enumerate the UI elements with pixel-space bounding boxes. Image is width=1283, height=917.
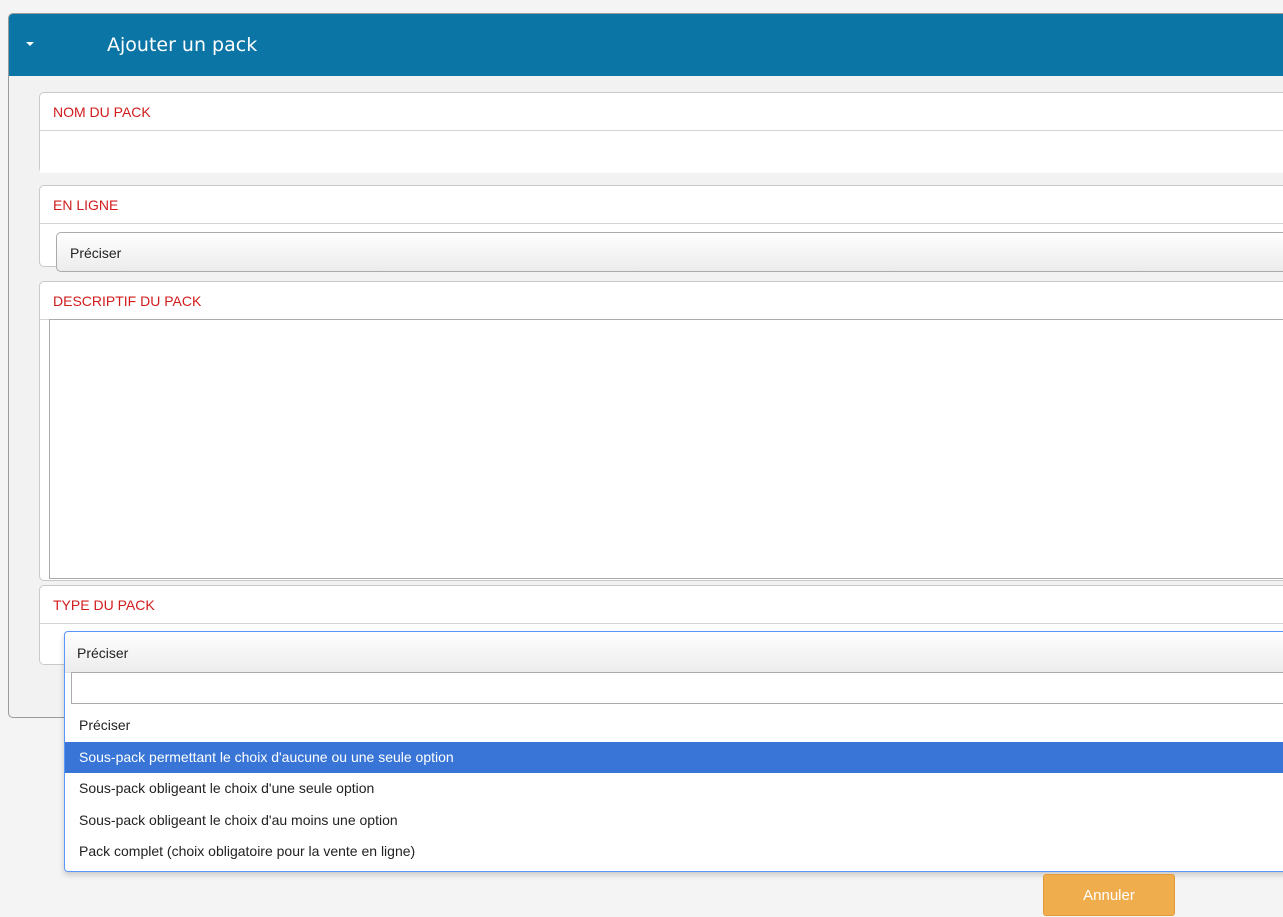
pack-name-input[interactable]	[40, 131, 1283, 173]
cancel-button[interactable]: Annuler	[1043, 874, 1175, 916]
panel-header[interactable]: Ajouter un pack	[9, 14, 1283, 76]
description-label: DESCRIPTIF DU PACK	[40, 282, 1283, 320]
description-textarea[interactable]	[49, 319, 1283, 579]
pack-name-label: NOM DU PACK	[40, 93, 1283, 131]
pack-name-field: NOM DU PACK	[39, 92, 1283, 173]
pack-type-options: Préciser Sous-pack permettant le choix d…	[65, 710, 1283, 868]
pack-type-search-input[interactable]	[71, 672, 1283, 704]
pack-type-label: TYPE DU PACK	[40, 586, 1283, 624]
online-label: EN LIGNE	[40, 186, 1283, 224]
pack-type-option[interactable]: Sous-pack permettant le choix d'aucune o…	[65, 741, 1283, 773]
pack-type-option[interactable]: Sous-pack obligeant le choix d'au moins …	[65, 805, 1283, 837]
pack-type-dropdown: Préciser Préciser Sous-pack permettant l…	[64, 631, 1283, 872]
pack-type-option[interactable]: Sous-pack obligeant le choix d'une seule…	[65, 773, 1283, 805]
caret-down-icon[interactable]	[26, 42, 34, 46]
panel-title: Ajouter un pack	[107, 34, 258, 56]
pack-type-option[interactable]: Préciser	[65, 710, 1283, 742]
pack-type-select[interactable]: Préciser	[65, 632, 1283, 673]
pack-type-option[interactable]: Pack complet (choix obligatoire pour la …	[65, 836, 1283, 868]
online-select[interactable]: Préciser	[56, 232, 1283, 272]
